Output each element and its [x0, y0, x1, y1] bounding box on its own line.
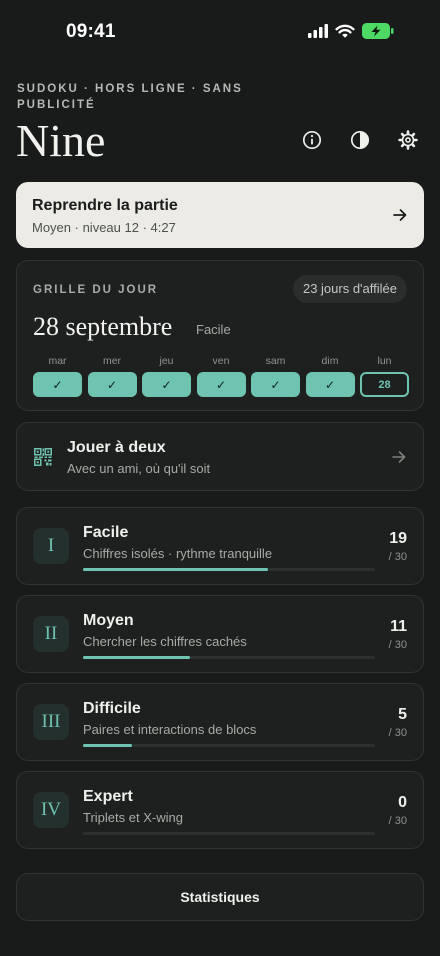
- day-column: mar ✓: [33, 355, 82, 397]
- level-description: Chiffres isolés · rythme tranquille: [83, 546, 273, 561]
- info-icon: [302, 130, 322, 150]
- header-actions: [300, 128, 420, 152]
- day-today[interactable]: 28: [360, 372, 409, 397]
- level-progress-track: [83, 832, 375, 835]
- gear-icon: [398, 130, 418, 150]
- status-time: 09:41: [66, 21, 116, 42]
- arrow-right-icon: [393, 209, 407, 221]
- day-completed[interactable]: ✓: [251, 372, 300, 397]
- level-count: 5: [398, 706, 407, 723]
- day-name: lun: [377, 355, 392, 367]
- day-completed[interactable]: ✓: [33, 372, 82, 397]
- daily-date: 28 septembre: [33, 312, 173, 341]
- level-name: Facile: [83, 524, 129, 541]
- day-name: sam: [265, 355, 286, 367]
- level-progress-track: [83, 568, 375, 571]
- streak-badge: 23 jours d'affilée: [292, 275, 407, 303]
- level-numeral: IV: [33, 792, 69, 828]
- statistics-button[interactable]: Statistiques: [16, 873, 424, 921]
- cellular-signal-icon: [308, 24, 328, 38]
- app-title: Nine: [16, 115, 106, 166]
- level-progress-fill: [83, 568, 268, 571]
- level-name: Expert: [83, 788, 133, 805]
- level-card-moyen[interactable]: II Moyen Chercher les chiffres cachés 11…: [16, 595, 424, 673]
- theme-toggle-button[interactable]: [348, 128, 372, 152]
- day-column: lun 28: [360, 355, 409, 397]
- battery-charging-icon: [362, 23, 394, 39]
- contrast-icon: [350, 130, 370, 150]
- day-completed[interactable]: ✓: [196, 372, 246, 397]
- level-numeral: III: [33, 704, 69, 740]
- day-column: sam ✓: [251, 355, 300, 397]
- level-progress-fill: [83, 656, 191, 659]
- level-total: / 30: [388, 815, 407, 827]
- settings-button[interactable]: [396, 128, 420, 152]
- level-count: 0: [398, 794, 407, 811]
- arrow-right-icon: [392, 451, 406, 463]
- day-column: jeu ✓: [142, 355, 191, 397]
- level-total: / 30: [388, 727, 407, 739]
- play-two-card[interactable]: Jouer à deux Avec un ami, où qu'il soit: [16, 422, 424, 491]
- level-progress-track: [83, 744, 375, 747]
- wifi-icon: [335, 24, 355, 38]
- level-progress-fill: [83, 744, 132, 747]
- level-description: Chercher les chiffres cachés: [83, 634, 247, 649]
- day-column: dim ✓: [305, 355, 355, 397]
- day-completed[interactable]: ✓: [305, 372, 355, 397]
- level-name: Moyen: [83, 612, 134, 629]
- level-name: Difficile: [83, 700, 141, 717]
- level-progress-track: [83, 656, 375, 659]
- level-count: 11: [390, 618, 407, 635]
- day-name: mar: [48, 355, 67, 367]
- daily-difficulty: Facile: [196, 322, 231, 337]
- level-numeral: II: [33, 616, 69, 652]
- play-two-subtitle: Avec un ami, où qu'il soit: [67, 461, 211, 476]
- level-card-difficile[interactable]: III Difficile Paires et interactions de …: [16, 683, 424, 761]
- play-two-title: Jouer à deux: [67, 439, 166, 456]
- app-kicker: SUDOKU · HORS LIGNE · SANS PUBLICITÉ: [17, 83, 243, 111]
- day-name: ven: [212, 355, 230, 367]
- info-button[interactable]: [300, 128, 324, 152]
- level-card-facile[interactable]: I Facile Chiffres isolés · rythme tranqu…: [16, 507, 424, 585]
- day-completed[interactable]: ✓: [87, 372, 137, 397]
- day-name: dim: [321, 355, 339, 367]
- resume-subtitle: Moyen · niveau 12 · 4:27: [32, 220, 176, 235]
- daily-grid-card[interactable]: GRILLE DU JOUR 23 jours d'affilée 28 sep…: [16, 260, 424, 411]
- level-numeral: I: [33, 528, 69, 564]
- level-description: Triplets et X-wing: [83, 810, 183, 825]
- day-column: ven ✓: [196, 355, 246, 397]
- day-name: mer: [102, 355, 122, 367]
- level-total: / 30: [388, 551, 407, 563]
- resume-title: Reprendre la partie: [32, 197, 178, 214]
- week-progress: mar ✓ mer ✓ jeu ✓ ven ✓ sam ✓ dim ✓ lun …: [33, 355, 409, 397]
- level-count: 19: [389, 530, 407, 547]
- status-bar: 09:41: [0, 0, 440, 60]
- day-name: jeu: [159, 355, 174, 367]
- daily-label: GRILLE DU JOUR: [33, 284, 159, 296]
- day-column: mer ✓: [87, 355, 137, 397]
- level-total: / 30: [388, 639, 407, 651]
- level-card-expert[interactable]: IV Expert Triplets et X-wing 0 / 30: [16, 771, 424, 849]
- level-description: Paires et interactions de blocs: [83, 722, 257, 737]
- status-icons: [308, 23, 394, 39]
- day-completed[interactable]: ✓: [142, 372, 191, 397]
- resume-game-card[interactable]: Reprendre la partie Moyen · niveau 12 · …: [16, 182, 424, 248]
- qr-code-icon: [34, 448, 52, 466]
